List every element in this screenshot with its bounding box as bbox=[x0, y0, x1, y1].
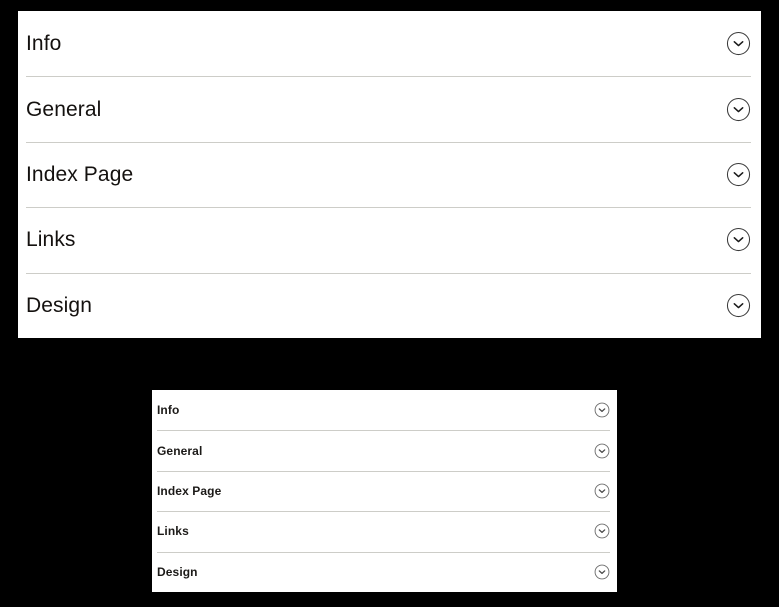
accordion-item-label: General bbox=[26, 97, 102, 121]
accordion-item-general[interactable]: General bbox=[18, 76, 761, 141]
chevron-down-circle-icon[interactable] bbox=[726, 162, 751, 187]
accordion-item-index-page[interactable]: Index Page bbox=[152, 470, 617, 511]
accordion-small: Info General Index Page Links Design bbox=[152, 390, 617, 592]
accordion-item-label: Design bbox=[26, 293, 92, 317]
accordion-item-label: Index Page bbox=[26, 162, 134, 186]
chevron-down-circle-icon[interactable] bbox=[726, 227, 751, 252]
chevron-down-circle-icon[interactable] bbox=[594, 523, 610, 539]
accordion-large: Info General Index Page Links Design bbox=[18, 11, 761, 338]
accordion-item-info[interactable]: Info bbox=[152, 390, 617, 430]
accordion-item-label: Index Page bbox=[157, 483, 222, 498]
chevron-down-circle-icon[interactable] bbox=[594, 564, 610, 580]
accordion-item-label: Design bbox=[157, 564, 198, 579]
chevron-down-circle-icon[interactable] bbox=[726, 31, 751, 56]
chevron-down-circle-icon[interactable] bbox=[726, 293, 751, 318]
accordion-item-design[interactable]: Design bbox=[18, 272, 761, 338]
accordion-item-label: Links bbox=[26, 228, 76, 252]
accordion-item-index-page[interactable]: Index Page bbox=[18, 141, 761, 207]
accordion-item-design[interactable]: Design bbox=[152, 551, 617, 592]
accordion-item-label: Info bbox=[26, 32, 62, 56]
accordion-item-label: Links bbox=[157, 524, 189, 539]
accordion-item-info[interactable]: Info bbox=[18, 11, 761, 76]
chevron-down-circle-icon[interactable] bbox=[594, 443, 610, 459]
accordion-item-general[interactable]: General bbox=[152, 430, 617, 470]
accordion-item-label: Info bbox=[157, 403, 180, 418]
chevron-down-circle-icon[interactable] bbox=[594, 402, 610, 418]
chevron-down-circle-icon[interactable] bbox=[594, 483, 610, 499]
accordion-item-links[interactable]: Links bbox=[18, 207, 761, 272]
accordion-item-links[interactable]: Links bbox=[152, 511, 617, 551]
chevron-down-circle-icon[interactable] bbox=[726, 97, 751, 122]
accordion-item-label: General bbox=[157, 443, 203, 458]
